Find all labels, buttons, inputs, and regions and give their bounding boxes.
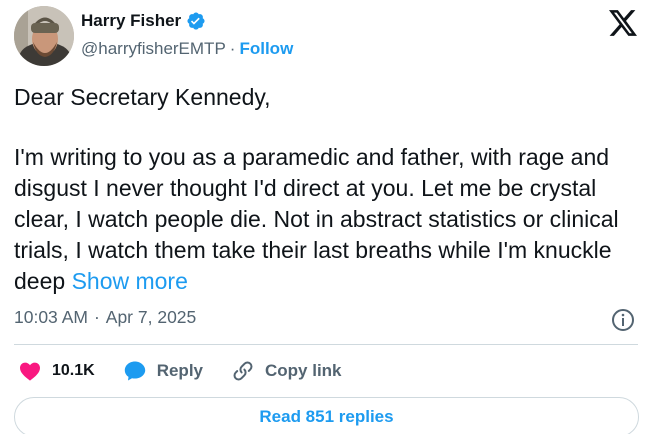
author-name-row: Harry Fisher — [81, 11, 206, 31]
reply-button[interactable]: Reply — [123, 359, 203, 383]
reply-bubble-icon — [123, 359, 147, 383]
author-handle-row: @harryfisherEMTP · Follow — [81, 39, 293, 59]
tweet-time: 10:03 AM — [14, 307, 88, 327]
author-handle[interactable]: @harryfisherEMTP — [81, 39, 226, 59]
info-icon[interactable] — [611, 308, 635, 332]
avatar-photo — [14, 6, 74, 66]
copy-link-button[interactable]: Copy link — [231, 359, 342, 383]
divider — [14, 344, 638, 345]
x-logo-icon[interactable] — [609, 10, 637, 36]
tweet-date: Apr 7, 2025 — [105, 307, 197, 327]
read-replies-label: Read 851 replies — [259, 407, 394, 426]
tweet-timestamp[interactable]: 10:03 AM · Apr 7, 2025 — [14, 307, 196, 328]
link-icon — [231, 359, 255, 383]
read-replies-button[interactable]: Read 851 replies — [14, 397, 639, 434]
heart-icon — [18, 359, 42, 383]
like-button[interactable]: 10.1K — [18, 359, 95, 383]
like-count: 10.1K — [52, 362, 95, 379]
author-name[interactable]: Harry Fisher — [81, 11, 181, 31]
tweet-greeting: Dear Secretary Kennedy, — [14, 84, 271, 110]
meta-separator: · — [93, 307, 100, 327]
reply-label: Reply — [156, 361, 203, 380]
avatar[interactable] — [14, 6, 74, 66]
tweet-body: I'm writing to you as a paramedic and fa… — [14, 142, 644, 297]
copy-link-label: Copy link — [265, 361, 342, 380]
show-more-link[interactable]: Show more — [72, 268, 188, 294]
action-bar: 10.1K Reply Copy link — [18, 356, 370, 386]
verified-badge-icon — [186, 11, 206, 31]
handle-separator: · — [229, 39, 236, 58]
follow-button[interactable]: Follow — [239, 39, 293, 59]
